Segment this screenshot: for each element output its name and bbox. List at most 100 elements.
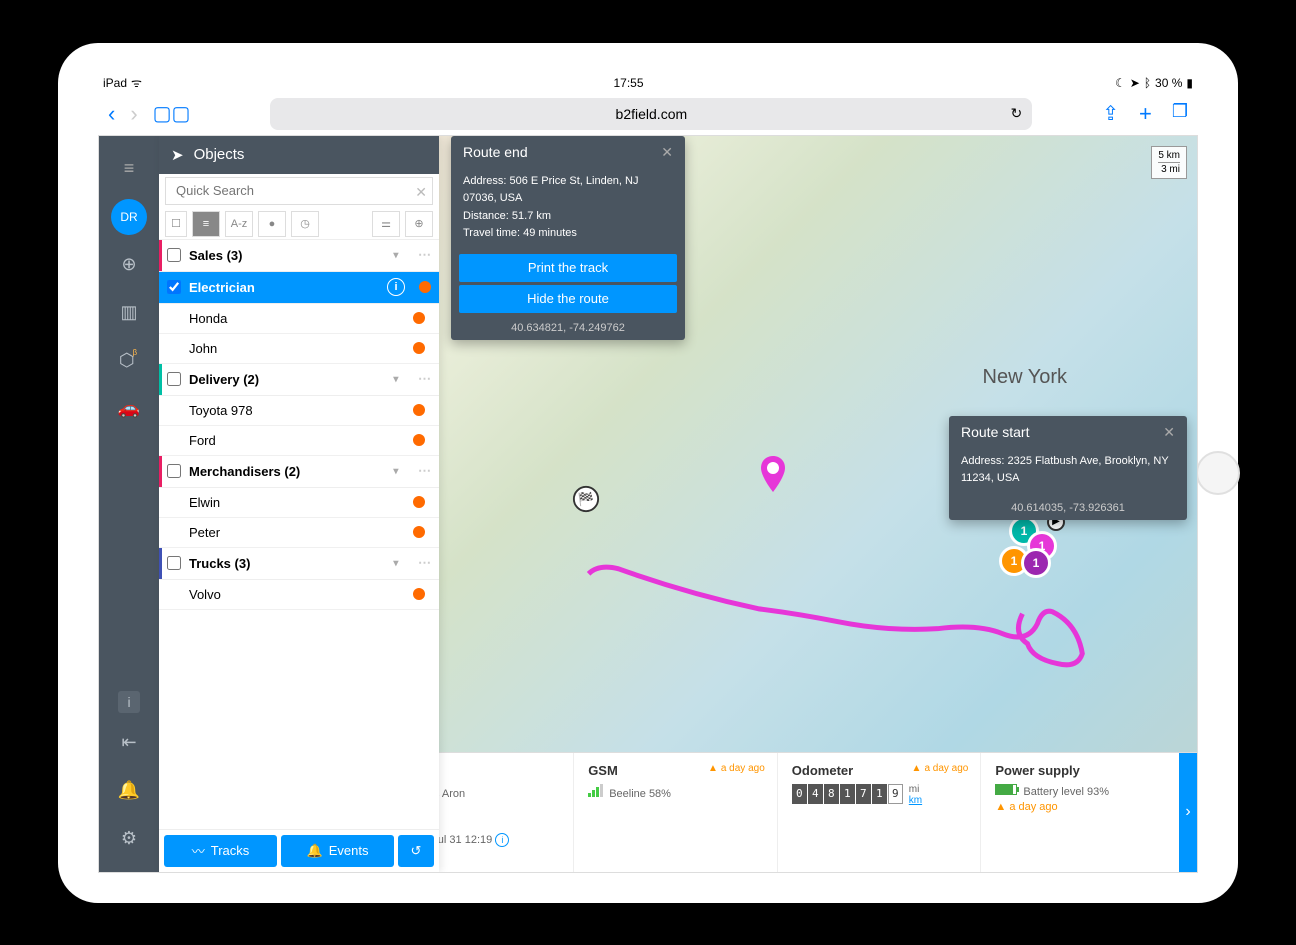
status-bar: iPad ᯤ 17:55 ☾➤ᛒ30 %▮ (98, 73, 1198, 93)
clock-filter-button[interactable]: ◷ (291, 211, 319, 237)
map-city-label: New York (983, 366, 1068, 389)
globe-icon[interactable]: ⊕ (111, 247, 147, 283)
group-row[interactable]: Electriciani (159, 272, 439, 304)
chevron-icon: ▾ (393, 558, 398, 569)
app-sidebar: ≡ DR ⊕ ▥ ⬡β 🚗 i ⇤ 🔔 ⚙ (99, 136, 159, 872)
new-tab-icon[interactable]: + (1139, 101, 1152, 127)
group-row[interactable]: Merchandisers (2)▾ ⋯ (159, 456, 439, 488)
url-text: b2field.com (616, 106, 688, 122)
popup-title: Route start (961, 424, 1029, 440)
refresh-icon[interactable]: ↻ (1011, 105, 1023, 122)
panel-header: ➤ Objects (159, 136, 439, 174)
objects-list: Sales (3)▾ ⋯ElectricianiHondaJohnDeliver… (159, 240, 439, 829)
status-dot (413, 588, 425, 600)
map-scale: 5 km3 mi (1151, 146, 1187, 179)
distance-text: Distance: 51.7 km (463, 208, 673, 226)
objects-panel: ➤ Objects ✕ ☐ ≡ A-z ● ◷ ⚌ ⊕ Sales (3)▾ ⋯… (159, 136, 439, 872)
group-checkbox[interactable] (167, 280, 181, 294)
events-button[interactable]: 🔔Events (281, 835, 394, 867)
clear-search-icon[interactable]: ✕ (415, 184, 427, 201)
group-checkbox[interactable] (167, 464, 181, 478)
list-item[interactable]: Peter (159, 518, 439, 548)
gear-icon[interactable]: ⚙ (111, 821, 147, 857)
bookmarks-icon[interactable]: ▢▢ (153, 101, 191, 127)
close-icon[interactable]: ✕ (661, 144, 673, 161)
tag-icon[interactable]: ⬡β (111, 343, 147, 379)
status-dot (413, 526, 425, 538)
sort-button[interactable]: A-z (225, 211, 253, 237)
list-item[interactable]: Elwin (159, 488, 439, 518)
group-row[interactable]: Sales (3)▾ ⋯ (159, 240, 439, 272)
list-item[interactable]: Volvo (159, 580, 439, 610)
dot-filter-button[interactable]: ● (258, 211, 286, 237)
list-item[interactable]: Ford (159, 426, 439, 456)
chevron-icon: ▾ (393, 466, 398, 477)
svg-text:🏁: 🏁 (578, 491, 594, 506)
group-row[interactable]: Trucks (3)▾ ⋯ (159, 548, 439, 580)
coords-text: 40.614035, -73.926361 (949, 496, 1187, 520)
info-icon[interactable]: i (495, 833, 509, 847)
status-dot (413, 312, 425, 324)
print-track-button[interactable]: Print the track (459, 254, 677, 282)
wifi-icon: ᯤ (131, 74, 142, 91)
list-view-button[interactable]: ≡ (192, 211, 220, 237)
hide-route-button[interactable]: Hide the route (459, 285, 677, 313)
bluetooth-icon: ᛒ (1144, 76, 1151, 90)
target-button[interactable]: ⊕ (405, 211, 433, 237)
chevron-icon: ▾ (393, 374, 398, 385)
address-text: Address: 506 E Price St, Linden, NJ 0703… (463, 173, 673, 208)
back-button[interactable]: ‹ (108, 101, 115, 127)
clock: 17:55 (613, 76, 643, 90)
url-bar[interactable]: b2field.com ↻ (270, 98, 1032, 130)
select-all-checkbox[interactable]: ☐ (165, 211, 187, 237)
unit-toggle[interactable]: km (909, 795, 922, 806)
battery-icon (995, 784, 1017, 795)
scroll-right-button[interactable]: › (1179, 753, 1197, 872)
list-item[interactable]: John (159, 334, 439, 364)
browser-toolbar: ‹ › ▢▢ b2field.com ↻ ⇪ + ❐ (98, 93, 1198, 135)
home-button[interactable] (1196, 451, 1240, 495)
car-icon[interactable]: 🚗 (111, 391, 147, 427)
route-end-pin[interactable]: 🏁 (572, 481, 600, 517)
tracks-icon: 〰 (192, 841, 205, 860)
user-avatar[interactable]: DR (111, 199, 147, 235)
group-row[interactable]: Delivery (2)▾ ⋯ (159, 364, 439, 396)
warning-icon: ▲ (912, 763, 922, 774)
address-text: Address: 2325 Flatbush Ave, Brooklyn, NY… (961, 453, 1175, 488)
search-input[interactable] (165, 177, 433, 205)
menu-icon[interactable]: ≡ (111, 151, 147, 187)
tabs-icon[interactable]: ❐ (1172, 101, 1188, 127)
battery-text: Battery level 93% (1023, 786, 1109, 798)
tracks-button[interactable]: 〰Tracks (164, 835, 277, 867)
forward-button[interactable]: › (130, 101, 137, 127)
panel-title: Objects (194, 146, 245, 163)
bell-icon[interactable]: 🔔 (111, 773, 147, 809)
info-icon[interactable]: i (118, 691, 140, 713)
traveltime-text: Travel time: 49 minutes (463, 225, 673, 243)
chart-icon[interactable]: ▥ (111, 295, 147, 331)
group-checkbox[interactable] (167, 248, 181, 262)
share-icon[interactable]: ⇪ (1102, 101, 1119, 127)
odometer-display: 0481719 (792, 784, 903, 804)
panel-toolbar: ☐ ≡ A-z ● ◷ ⚌ ⊕ (159, 208, 439, 240)
close-icon[interactable]: ✕ (1163, 424, 1175, 441)
list-item[interactable]: Toyota 978 (159, 396, 439, 426)
settings-button[interactable]: ⚌ (372, 211, 400, 237)
device-label: iPad (103, 76, 127, 90)
battery-label: 30 % (1155, 76, 1182, 90)
group-checkbox[interactable] (167, 372, 181, 386)
popup-title: Route end (463, 144, 528, 160)
route-start-popup: Route start ✕ Address: 2325 Flatbush Ave,… (949, 416, 1187, 520)
bell-icon: 🔔 (307, 843, 323, 859)
chevron-icon: ▾ (393, 250, 398, 261)
group-checkbox[interactable] (167, 556, 181, 570)
info-icon[interactable]: i (387, 278, 405, 296)
route-mid-pin[interactable] (759, 456, 787, 492)
history-button[interactable]: ↺ (398, 835, 434, 867)
logout-icon[interactable]: ⇤ (111, 725, 147, 761)
cursor-icon: ➤ (171, 146, 184, 164)
location-icon: ➤ (1130, 76, 1140, 90)
warning-icon: ▲ (995, 801, 1006, 813)
list-item[interactable]: Honda (159, 304, 439, 334)
status-dot (413, 342, 425, 354)
